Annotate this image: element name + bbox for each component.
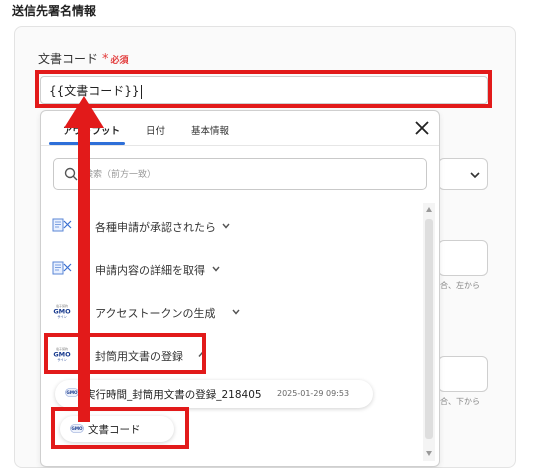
- search-icon: [64, 167, 78, 181]
- output-item-label: 実行時間_封筒用文書の登録_218405: [85, 389, 262, 401]
- required-text: 必須: [110, 56, 129, 66]
- close-icon[interactable]: [413, 119, 431, 137]
- background-hint-1: 合、左から: [440, 281, 480, 290]
- chevron-down-icon: [232, 309, 240, 315]
- tab-date[interactable]: 日付: [146, 123, 165, 137]
- list-item-label: 申請内容の詳細を取得: [95, 264, 205, 277]
- gmo-sign-mini-icon: GMO: [65, 388, 79, 397]
- background-input-1[interactable]: [438, 240, 488, 276]
- list-item-get-details[interactable]: 申請内容の詳細を取得: [51, 257, 421, 283]
- required-star: *: [102, 52, 109, 67]
- tab-divider: [41, 145, 439, 146]
- scroll-down-arrow[interactable]: [426, 451, 432, 456]
- approval-form-icon: [52, 218, 72, 232]
- document-code-label: 文書コード * 必須: [38, 50, 129, 67]
- list-item-access-token[interactable]: 電子契約 GMO サイン アクセストークンの生成: [51, 300, 421, 326]
- field-label-text: 文書コード: [38, 52, 99, 66]
- chevron-down-icon: [470, 172, 480, 179]
- svg-text:GMO: GMO: [66, 390, 78, 395]
- search-input[interactable]: 検索（前方一致）: [53, 158, 427, 190]
- approval-form-icon: [52, 261, 72, 275]
- tab-basic-info[interactable]: 基本情報: [191, 123, 229, 137]
- background-select[interactable]: [438, 158, 488, 190]
- highlight-box-document-code: [51, 407, 189, 449]
- scrollbar[interactable]: [423, 203, 435, 461]
- list-item-label: 各種申請が承認されたら: [95, 221, 216, 234]
- svg-text:サイン: サイン: [57, 314, 67, 319]
- output-item-date: 2025-01-29 09:53: [277, 389, 350, 398]
- tab-output[interactable]: アウトプット: [63, 123, 120, 137]
- chevron-down-icon: [212, 266, 220, 272]
- section-title: 送信先署名情報: [12, 4, 97, 18]
- list-item-label: アクセストークンの生成: [95, 307, 216, 320]
- search-placeholder: 検索（前方一致）: [84, 170, 157, 180]
- scroll-thumb[interactable]: [425, 219, 433, 439]
- gmo-sign-logo: 電子契約 GMO サイン: [53, 303, 71, 319]
- list-item-approval-trigger[interactable]: 各種申請が承認されたら: [51, 214, 421, 240]
- chevron-down-icon: [222, 223, 230, 229]
- output-item-execution-time[interactable]: GMO 実行時間_封筒用文書の登録_218405 2025-01-29 09:5…: [55, 380, 373, 408]
- highlight-box-input: [35, 70, 492, 108]
- background-input-2[interactable]: [438, 356, 488, 392]
- scroll-up-arrow[interactable]: [426, 207, 432, 212]
- background-hint-2: 合、下から: [440, 397, 480, 406]
- highlight-box-envelope-register: [44, 333, 206, 374]
